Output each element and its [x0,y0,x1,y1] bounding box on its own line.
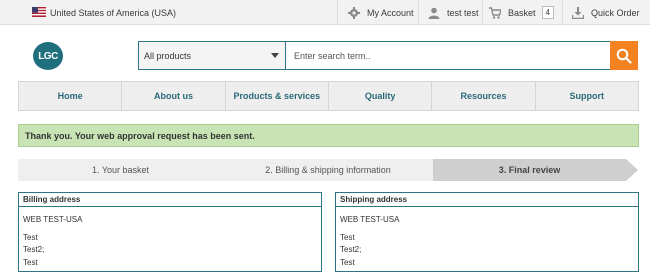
shipping-address-line: Test [340,257,355,267]
gear-icon [348,6,360,19]
billing-address-panel: Billing address WEB TEST-USA Test Test2;… [18,192,322,272]
shipping-address-line: Test [340,232,355,242]
success-alert: Thank you. Your web approval request has… [18,124,639,147]
search-scope-select[interactable]: All products [139,42,286,69]
cart-icon [489,6,501,19]
shipping-address-line: Test2; [340,245,362,254]
divider [562,0,563,25]
billing-address-title: Billing address [19,193,321,207]
my-account-link[interactable]: My Account [348,0,414,25]
quick-order-label: Quick Order [591,7,640,18]
basket-link[interactable]: Basket 4 [489,0,554,25]
billing-address-line: Test [23,232,38,242]
shipping-address-title: Shipping address [336,193,638,207]
top-utility-bar: United States of America (USA) My Accoun… [0,0,650,25]
main-nav: Home About us Products & services Qualit… [18,81,639,111]
chevron-down-icon [271,53,279,58]
step-your-basket[interactable]: 1. Your basket [18,159,223,181]
step-billing-shipping[interactable]: 2. Billing & shipping information [223,159,433,181]
basket-label: Basket [508,7,536,18]
quick-order-link[interactable]: Quick Order [572,0,640,25]
step-arrow [626,159,638,181]
search-input[interactable]: Enter search term.. [286,42,610,69]
user-icon [428,7,440,19]
billing-address-line: WEB TEST-USA [23,215,83,224]
step-final-review: 3. Final review [433,159,626,181]
divider [337,0,338,25]
search-icon [616,48,632,64]
billing-address-line: Test [23,257,38,267]
country-label: United States of America (USA) [50,7,177,18]
basket-count-badge: 4 [541,6,554,19]
search-scope-value: All products [144,50,192,61]
nav-item-quality[interactable]: Quality [329,82,433,110]
nav-item-products-services[interactable]: Products & services [226,82,329,110]
checkout-progress: 1. Your basket 2. Billing & shipping inf… [18,159,638,181]
user-name: test test [447,7,479,18]
nav-item-support[interactable]: Support [536,82,638,110]
user-link[interactable]: test test [428,0,479,25]
lgc-logo[interactable]: LGC [33,42,63,70]
country-selector[interactable]: United States of America (USA) [32,0,176,25]
search-button[interactable] [610,41,638,70]
search-bar: All products Enter search term.. [138,41,638,70]
my-account-label: My Account [367,7,414,18]
nav-item-about-us[interactable]: About us [122,82,226,110]
us-flag-icon [32,7,46,17]
download-icon [572,6,584,19]
divider [482,0,483,25]
billing-address-line: Test2; [23,245,45,254]
shipping-address-line: WEB TEST-USA [340,215,400,224]
shipping-address-panel: Shipping address WEB TEST-USA Test Test2… [335,192,639,272]
nav-item-resources[interactable]: Resources [432,82,536,110]
divider [418,0,419,25]
nav-item-home[interactable]: Home [19,82,123,110]
